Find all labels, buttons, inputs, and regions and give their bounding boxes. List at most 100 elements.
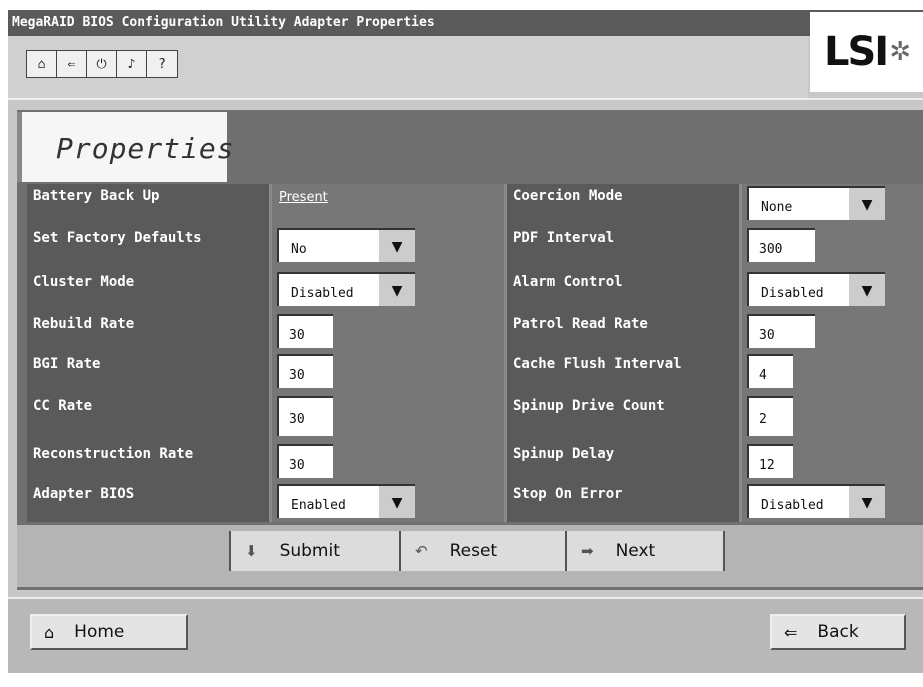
spinup-delay-cell: 12 bbox=[742, 442, 923, 482]
property-row: Set Factory Defaults No ▼ PDF Interval 3… bbox=[27, 226, 923, 270]
stop-on-error-select[interactable]: Disabled ▼ bbox=[747, 484, 885, 518]
dropdown-arrow-icon[interactable]: ▼ bbox=[849, 188, 885, 220]
set-factory-defaults-cell: No ▼ bbox=[272, 226, 507, 270]
reconstruction-rate-cell: 30 bbox=[272, 442, 507, 482]
cc-rate-cell: 30 bbox=[272, 394, 507, 442]
spinup-drive-count-input[interactable]: 2 bbox=[747, 396, 793, 436]
back-label: Back bbox=[817, 622, 859, 642]
alarm-control-label: Alarm Control bbox=[507, 270, 742, 312]
home-label: Home bbox=[74, 622, 125, 642]
property-row: CC Rate 30 Spinup Drive Count 2 bbox=[27, 394, 923, 442]
dropdown-arrow-icon[interactable]: ▼ bbox=[849, 274, 885, 306]
screen-left-border bbox=[0, 0, 8, 687]
coercion-mode-cell: None ▼ bbox=[742, 184, 923, 226]
property-row: Battery Back Up Present Coercion Mode No… bbox=[27, 184, 923, 226]
tab-properties-label: Properties bbox=[56, 132, 235, 165]
dropdown-arrow-icon[interactable]: ▼ bbox=[849, 486, 885, 518]
home-icon[interactable]: ⌂ bbox=[27, 51, 57, 77]
toolbar-button-group: ⌂ ⇐ ⏻ ♪ ? bbox=[26, 50, 178, 78]
tab-properties: Properties bbox=[17, 112, 234, 182]
cluster-mode-label: Cluster Mode bbox=[27, 270, 272, 312]
coercion-mode-select[interactable]: None ▼ bbox=[747, 186, 885, 220]
next-label: Next bbox=[615, 541, 656, 561]
rebuild-rate-input[interactable]: 30 bbox=[277, 314, 333, 348]
screen-top-border bbox=[0, 0, 923, 10]
dropdown-arrow-icon[interactable]: ▼ bbox=[379, 486, 415, 518]
cluster-mode-select[interactable]: Disabled ▼ bbox=[277, 272, 415, 306]
exit-icon[interactable]: ⏻ bbox=[87, 51, 117, 77]
down-arrow-icon: ⬇ bbox=[245, 542, 258, 560]
bgi-rate-cell: 30 bbox=[272, 352, 507, 394]
submit-button[interactable]: ⬇ Submit bbox=[231, 531, 401, 571]
pdf-interval-cell: 300 bbox=[742, 226, 923, 270]
cache-flush-interval-cell: 4 bbox=[742, 352, 923, 394]
property-row: Cluster Mode Disabled ▼ Alarm Control Di… bbox=[27, 270, 923, 312]
back-button[interactable]: ⇐ Back bbox=[770, 614, 906, 650]
lsi-logo: LSI ✲ bbox=[810, 12, 923, 92]
cache-flush-interval-input[interactable]: 4 bbox=[747, 354, 793, 388]
alarm-control-cell: Disabled ▼ bbox=[742, 270, 923, 312]
dropdown-arrow-icon[interactable]: ▼ bbox=[379, 230, 415, 262]
bgi-rate-label: BGI Rate bbox=[27, 352, 272, 394]
property-row: Adapter BIOS Enabled ▼ Stop On Error Dis… bbox=[27, 482, 923, 522]
battery-back-up-cell: Present bbox=[272, 184, 507, 226]
adapter-bios-label: Adapter BIOS bbox=[27, 482, 272, 522]
reconstruction-rate-label: Reconstruction Rate bbox=[27, 442, 272, 482]
patrol-read-rate-label: Patrol Read Rate bbox=[507, 312, 742, 352]
back-arrow-icon: ⇐ bbox=[784, 622, 798, 642]
cache-flush-interval-label: Cache Flush Interval bbox=[507, 352, 742, 394]
battery-back-up-link[interactable]: Present bbox=[279, 190, 328, 205]
pdf-interval-label: PDF Interval bbox=[507, 226, 742, 270]
set-factory-defaults-label: Set Factory Defaults bbox=[27, 226, 272, 270]
logo-burst-icon: ✲ bbox=[889, 37, 911, 67]
stop-on-error-cell: Disabled ▼ bbox=[742, 482, 923, 522]
back-icon[interactable]: ⇐ bbox=[57, 51, 87, 77]
next-button[interactable]: ➡ Next bbox=[567, 531, 723, 571]
stop-on-error-value: Disabled bbox=[761, 498, 824, 513]
spinup-drive-count-label: Spinup Drive Count bbox=[507, 394, 742, 442]
lsi-logo-text: LSI bbox=[824, 29, 889, 75]
cc-rate-label: CC Rate bbox=[27, 394, 272, 442]
right-arrow-icon: ➡ bbox=[581, 542, 594, 560]
rebuild-rate-label: Rebuild Rate bbox=[27, 312, 272, 352]
coercion-mode-label: Coercion Mode bbox=[507, 184, 742, 226]
adapter-bios-value: Enabled bbox=[291, 498, 346, 513]
toolbar: ⌂ ⇐ ⏻ ♪ ? bbox=[8, 36, 808, 98]
undo-icon: ↶ bbox=[415, 542, 428, 560]
reconstruction-rate-input[interactable]: 30 bbox=[277, 444, 333, 478]
home-button[interactable]: ⌂ Home bbox=[30, 614, 188, 650]
alarm-control-value: Disabled bbox=[761, 286, 824, 301]
bgi-rate-input[interactable]: 30 bbox=[277, 354, 333, 388]
adapter-bios-select[interactable]: Enabled ▼ bbox=[277, 484, 415, 518]
battery-back-up-label: Battery Back Up bbox=[27, 184, 272, 226]
dropdown-arrow-icon[interactable]: ▼ bbox=[379, 274, 415, 306]
action-button-group: ⬇ Submit ↶ Reset ➡ Next bbox=[229, 531, 725, 571]
help-icon[interactable]: ? bbox=[147, 51, 177, 77]
cluster-mode-value: Disabled bbox=[291, 286, 354, 301]
spinup-delay-input[interactable]: 12 bbox=[747, 444, 793, 478]
cc-rate-input[interactable]: 30 bbox=[277, 396, 333, 436]
set-factory-defaults-value: No bbox=[291, 242, 307, 257]
submit-label: Submit bbox=[279, 541, 340, 561]
property-row: Reconstruction Rate 30 Spinup Delay 12 bbox=[27, 442, 923, 482]
pdf-interval-input[interactable]: 300 bbox=[747, 228, 815, 262]
adapter-bios-cell: Enabled ▼ bbox=[272, 482, 507, 522]
stop-on-error-label: Stop On Error bbox=[507, 482, 742, 522]
spinup-drive-count-cell: 2 bbox=[742, 394, 923, 442]
home-icon: ⌂ bbox=[44, 622, 55, 642]
reset-label: Reset bbox=[449, 541, 498, 561]
rebuild-rate-cell: 30 bbox=[272, 312, 507, 352]
cluster-mode-cell: Disabled ▼ bbox=[272, 270, 507, 312]
property-row: BGI Rate 30 Cache Flush Interval 4 bbox=[27, 352, 923, 394]
property-row: Rebuild Rate 30 Patrol Read Rate 30 bbox=[27, 312, 923, 352]
sound-icon[interactable]: ♪ bbox=[117, 51, 147, 77]
coercion-mode-value: None bbox=[761, 200, 793, 215]
reset-button[interactable]: ↶ Reset bbox=[401, 531, 567, 571]
window-title: MegaRAID BIOS Configuration Utility Adap… bbox=[8, 10, 923, 36]
alarm-control-select[interactable]: Disabled ▼ bbox=[747, 272, 885, 306]
patrol-read-rate-cell: 30 bbox=[742, 312, 923, 352]
spinup-delay-label: Spinup Delay bbox=[507, 442, 742, 482]
screen-bottom-border bbox=[0, 673, 923, 687]
set-factory-defaults-select[interactable]: No ▼ bbox=[277, 228, 415, 262]
patrol-read-rate-input[interactable]: 30 bbox=[747, 314, 815, 348]
